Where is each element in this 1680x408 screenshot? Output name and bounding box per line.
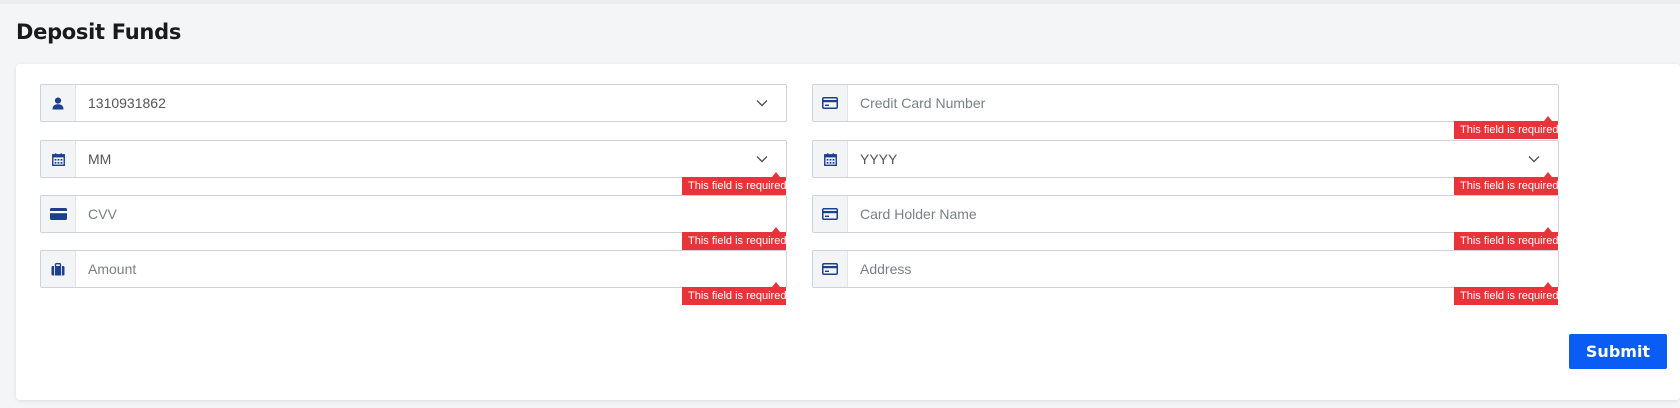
address-input[interactable] <box>848 251 1558 287</box>
page-title: Deposit Funds <box>16 20 182 44</box>
card-holder-input[interactable] <box>848 196 1558 232</box>
calendar-icon <box>41 141 76 177</box>
card-holder-field[interactable] <box>812 195 1559 233</box>
credit-card-icon <box>813 196 848 232</box>
expiry-year-error: This field is required. <box>1454 172 1562 195</box>
credit-card-icon <box>813 85 848 121</box>
credit-card-icon <box>813 251 848 287</box>
expiry-year-select-box[interactable]: YYYY <box>848 141 1528 177</box>
account-select-box[interactable]: 1310931862 <box>76 85 756 121</box>
amount-input[interactable] <box>76 251 786 287</box>
deposit-form-card: 1310931862 This field is required. MM Th… <box>16 64 1680 400</box>
account-select-value: 1310931862 <box>88 95 166 111</box>
card-number-input[interactable] <box>848 85 1558 121</box>
address-field[interactable] <box>812 250 1559 288</box>
briefcase-icon <box>41 251 76 287</box>
expiry-month-select[interactable]: MM <box>40 140 787 178</box>
expiry-year-value: YYYY <box>860 151 898 167</box>
cvv-error: This field is required. <box>682 227 790 250</box>
chevron-down-icon[interactable] <box>756 85 768 121</box>
expiry-month-error: This field is required. <box>682 172 790 195</box>
address-error: This field is required. <box>1454 282 1562 305</box>
cvv-input[interactable] <box>76 196 786 232</box>
cvv-field[interactable] <box>40 195 787 233</box>
expiry-year-select[interactable]: YYYY <box>812 140 1559 178</box>
expiry-month-value: MM <box>88 151 112 167</box>
submit-button[interactable]: Submit <box>1569 334 1667 369</box>
credit-card-icon <box>41 196 76 232</box>
top-strip <box>0 0 1680 4</box>
amount-field[interactable] <box>40 250 787 288</box>
expiry-month-select-box[interactable]: MM <box>76 141 756 177</box>
account-select[interactable]: 1310931862 <box>40 84 787 122</box>
chevron-down-icon[interactable] <box>756 141 768 177</box>
user-icon <box>41 85 76 121</box>
card-number-field[interactable] <box>812 84 1559 122</box>
card-holder-error: This field is required. <box>1454 227 1562 250</box>
calendar-icon <box>813 141 848 177</box>
card-number-error: This field is required. <box>1454 116 1562 139</box>
chevron-down-icon[interactable] <box>1528 141 1540 177</box>
amount-error: This field is required. <box>682 282 790 305</box>
